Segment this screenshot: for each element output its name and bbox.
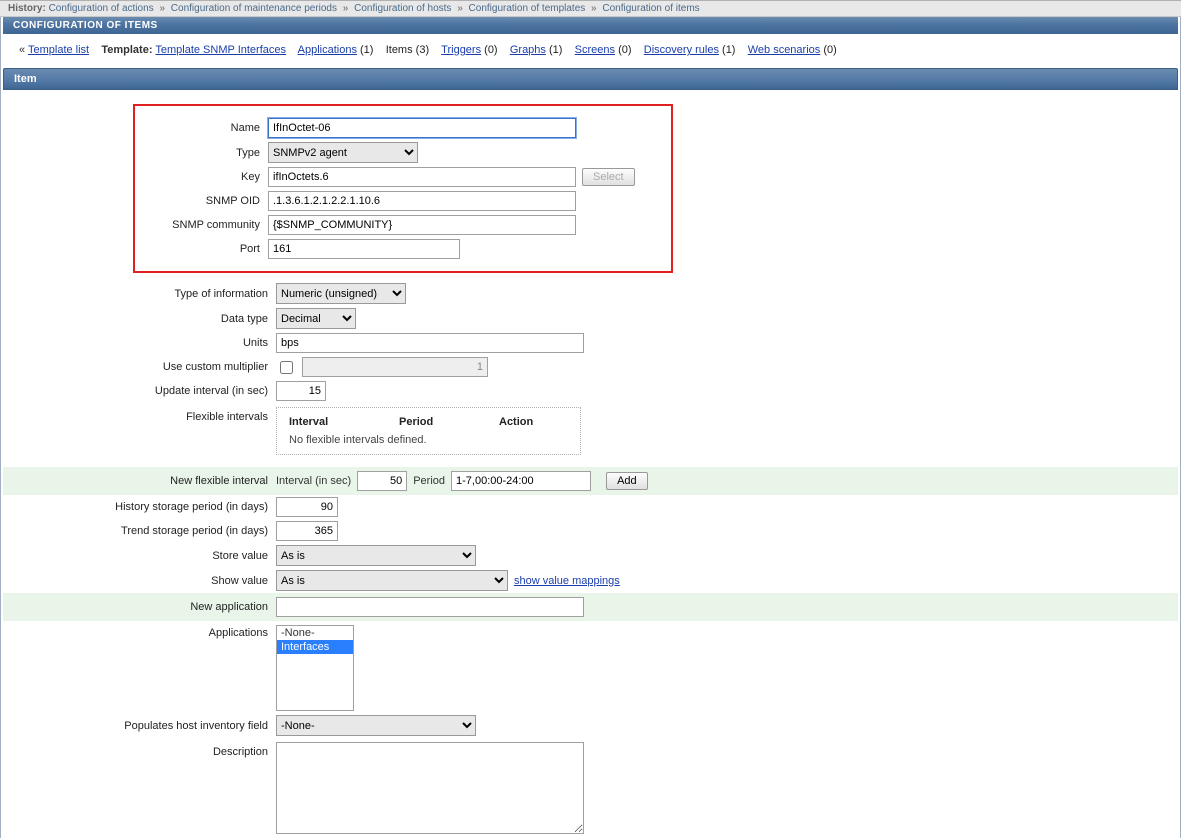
form-area: Name Type SNMPv2 agent Key Select SNMP O… bbox=[3, 90, 1178, 836]
history-link-2[interactable]: Configuration of hosts bbox=[354, 3, 451, 14]
data-type-select[interactable]: Decimal bbox=[276, 308, 356, 329]
new-flex-period-input[interactable] bbox=[451, 471, 591, 491]
custom-mult-checkbox[interactable] bbox=[280, 361, 293, 374]
custom-mult-input bbox=[302, 357, 488, 377]
new-flex-int-input[interactable] bbox=[357, 471, 407, 491]
history-link-0[interactable]: Configuration of actions bbox=[49, 3, 154, 14]
flex-int-label: Flexible intervals bbox=[3, 407, 276, 423]
web-count: (0) bbox=[823, 44, 836, 56]
trend-storage-label: Trend storage period (in days) bbox=[3, 525, 276, 537]
new-flex-int-label: New flexible interval bbox=[3, 475, 276, 487]
history-sep: » bbox=[340, 3, 352, 14]
page-titlebar: CONFIGURATION OF ITEMS bbox=[3, 17, 1178, 34]
discovery-link[interactable]: Discovery rules bbox=[644, 44, 719, 56]
back-arrow: « bbox=[19, 44, 25, 56]
custom-mult-label: Use custom multiplier bbox=[3, 361, 276, 373]
applications-link[interactable]: Applications bbox=[298, 44, 357, 56]
key-label: Key bbox=[135, 171, 268, 183]
history-sep: » bbox=[156, 3, 168, 14]
new-flex-period-sublabel: Period bbox=[413, 475, 445, 487]
template-list-link[interactable]: Template list bbox=[28, 44, 89, 56]
new-app-input[interactable] bbox=[276, 597, 584, 617]
snmp-community-input[interactable] bbox=[268, 215, 576, 235]
template-name-link[interactable]: Template SNMP Interfaces bbox=[155, 44, 286, 56]
triggers-count: (0) bbox=[484, 44, 497, 56]
triggers-link[interactable]: Triggers bbox=[441, 44, 481, 56]
trend-storage-input[interactable] bbox=[276, 521, 338, 541]
new-app-label: New application bbox=[3, 601, 276, 613]
key-input[interactable] bbox=[268, 167, 576, 187]
graphs-link[interactable]: Graphs bbox=[510, 44, 546, 56]
applications-count: (1) bbox=[360, 44, 373, 56]
history-sep: » bbox=[588, 3, 600, 14]
port-input[interactable] bbox=[268, 239, 460, 259]
snmp-oid-input[interactable] bbox=[268, 191, 576, 211]
flex-col-period: Period bbox=[399, 416, 499, 428]
flex-empty-text: No flexible intervals defined. bbox=[289, 434, 568, 446]
template-label: Template: bbox=[101, 44, 152, 56]
hist-storage-label: History storage period (in days) bbox=[3, 501, 276, 513]
name-input[interactable] bbox=[268, 118, 576, 138]
update-int-label: Update interval (in sec) bbox=[3, 385, 276, 397]
type-select[interactable]: SNMPv2 agent bbox=[268, 142, 418, 163]
app-option-none[interactable]: -None- bbox=[277, 626, 353, 640]
host-inv-label: Populates host inventory field bbox=[3, 720, 276, 732]
flex-col-interval: Interval bbox=[289, 416, 399, 428]
snmp-oid-label: SNMP OID bbox=[135, 195, 268, 207]
flex-col-action: Action bbox=[499, 416, 533, 428]
snmp-community-label: SNMP community bbox=[135, 219, 268, 231]
screens-count: (0) bbox=[618, 44, 631, 56]
highlight-box: Name Type SNMPv2 agent Key Select SNMP O… bbox=[133, 104, 673, 273]
type-label: Type bbox=[135, 147, 268, 159]
show-value-select[interactable]: As is bbox=[276, 570, 508, 591]
port-label: Port bbox=[135, 243, 268, 255]
history-sep: » bbox=[454, 3, 466, 14]
key-select-button[interactable]: Select bbox=[582, 168, 635, 186]
history-link-4[interactable]: Configuration of items bbox=[602, 3, 699, 14]
history-label: History: bbox=[8, 3, 46, 14]
description-textarea[interactable] bbox=[276, 742, 584, 834]
data-type-label: Data type bbox=[3, 313, 276, 325]
show-value-mappings-link[interactable]: show value mappings bbox=[514, 575, 620, 587]
units-label: Units bbox=[3, 337, 276, 349]
hist-storage-input[interactable] bbox=[276, 497, 338, 517]
description-label: Description bbox=[3, 742, 276, 758]
type-info-select[interactable]: Numeric (unsigned) bbox=[276, 283, 406, 304]
history-bar: History: Configuration of actions » Conf… bbox=[0, 0, 1181, 17]
history-link-3[interactable]: Configuration of templates bbox=[469, 3, 586, 14]
graphs-count: (1) bbox=[549, 44, 562, 56]
web-link[interactable]: Web scenarios bbox=[748, 44, 821, 56]
linkbar: « Template list Template: Template SNMP … bbox=[3, 34, 1178, 64]
host-inv-select[interactable]: -None- bbox=[276, 715, 476, 736]
add-button[interactable]: Add bbox=[606, 472, 648, 490]
history-link-1[interactable]: Configuration of maintenance periods bbox=[171, 3, 337, 14]
units-input[interactable] bbox=[276, 333, 584, 353]
type-info-label: Type of information bbox=[3, 288, 276, 300]
applications-listbox[interactable]: -None- Interfaces bbox=[276, 625, 354, 711]
discovery-count: (1) bbox=[722, 44, 735, 56]
app-option-interfaces[interactable]: Interfaces bbox=[277, 640, 353, 654]
section-header: Item bbox=[3, 68, 1178, 90]
store-value-select[interactable]: As is bbox=[276, 545, 476, 566]
name-label: Name bbox=[135, 122, 268, 134]
screens-link[interactable]: Screens bbox=[575, 44, 615, 56]
show-value-label: Show value bbox=[3, 575, 276, 587]
flex-intervals-header: Interval Period Action bbox=[289, 416, 568, 434]
applications-label: Applications bbox=[3, 625, 276, 639]
store-value-label: Store value bbox=[3, 550, 276, 562]
items-count: (3) bbox=[416, 44, 429, 56]
update-int-input[interactable] bbox=[276, 381, 326, 401]
flex-intervals-panel: Interval Period Action No flexible inter… bbox=[276, 407, 581, 455]
new-flex-int-sublabel: Interval (in sec) bbox=[276, 475, 351, 487]
items-link: Items bbox=[386, 44, 413, 56]
